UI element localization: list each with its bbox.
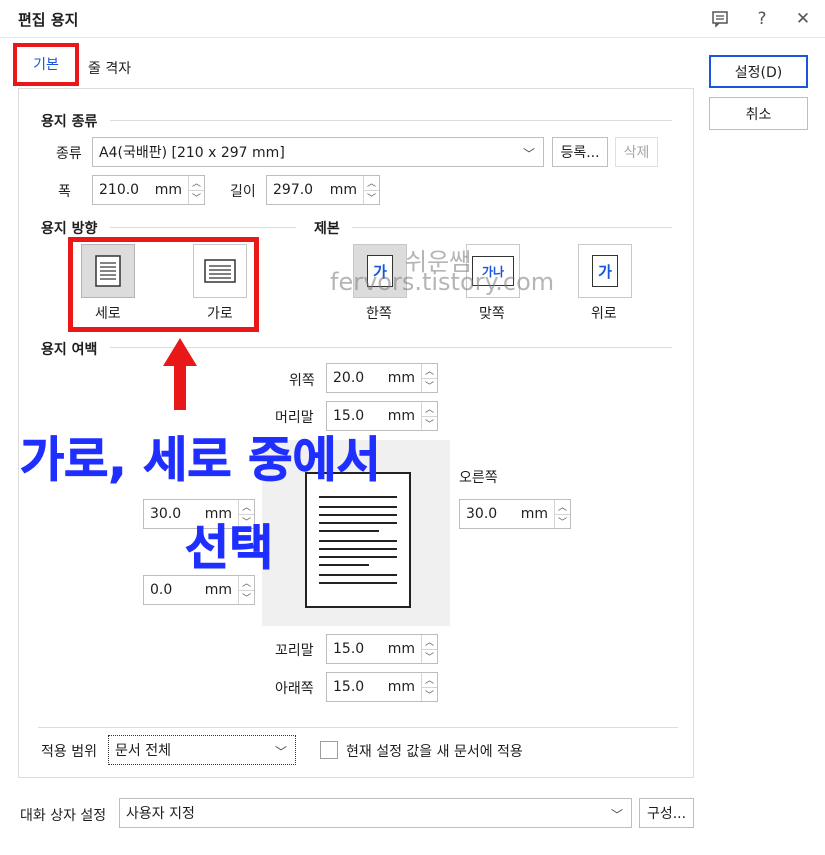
footer-margin-unit: mm: [387, 641, 415, 657]
cancel-button[interactable]: 취소: [709, 97, 808, 130]
delete-button[interactable]: 삭제: [615, 137, 658, 167]
bottom-margin-value: 15.0: [333, 679, 365, 695]
chevron-down-icon: ﹀: [522, 147, 535, 161]
config-button[interactable]: 구성...: [639, 798, 694, 828]
register-button[interactable]: 등록...: [552, 137, 608, 167]
tab-line-grid[interactable]: 줄 격자: [88, 58, 131, 78]
height-stepper[interactable]: 297.0 mm ︿ ﹀: [266, 175, 380, 205]
binding-top-label: 위로: [591, 306, 617, 322]
width-value: 210.0: [99, 182, 140, 198]
dialog-settings-label: 대화 상자 설정: [20, 808, 107, 824]
chevron-down-icon[interactable]: ﹀: [422, 417, 437, 431]
width-stepper[interactable]: 210.0 mm ︿ ﹀: [92, 175, 205, 205]
binding-one-side-label: 한쪽: [366, 306, 392, 322]
chevron-down-icon[interactable]: ﹀: [555, 515, 570, 529]
height-label: 길이: [230, 184, 256, 200]
margins-section-title: 용지 여백: [41, 342, 98, 358]
footer-margin-value: 15.0: [333, 641, 365, 657]
comment-icon[interactable]: [709, 8, 731, 30]
right-margin-label: 오른쪽: [459, 470, 498, 486]
height-unit: mm: [329, 182, 357, 198]
top-margin-unit: mm: [387, 370, 415, 386]
chevron-up-icon[interactable]: ︿: [422, 673, 437, 688]
paper-kind-select[interactable]: A4(국배판) [210 x 297 mm] ﹀: [92, 137, 544, 167]
right-margin-value: 30.0: [466, 506, 498, 522]
watermark-url: fervors.tistory.com: [330, 268, 555, 296]
chevron-up-icon[interactable]: ︿: [422, 364, 437, 379]
new-doc-checkbox-label: 현재 설정 값을 새 문서에 적용: [346, 744, 523, 760]
height-value: 297.0: [273, 182, 314, 198]
new-doc-checkbox[interactable]: [320, 741, 338, 759]
section-divider: [110, 120, 672, 121]
footer-margin-label: 꼬리말: [275, 643, 314, 659]
section-divider: [352, 227, 672, 228]
annotation-line2: 선택: [184, 520, 274, 577]
binding-top-option[interactable]: 가: [578, 244, 632, 298]
chevron-down-icon[interactable]: ﹀: [239, 591, 254, 605]
binding-facing-label: 맞쪽: [479, 306, 505, 322]
paper-type-section-title: 용지 종류: [41, 114, 98, 130]
apply-range-select[interactable]: 문서 전체 ﹀: [108, 735, 296, 765]
section-divider: [38, 727, 678, 728]
preview-page-icon: [305, 472, 411, 608]
paper-kind-value: A4(국배판) [210 x 297 mm]: [99, 145, 285, 161]
dialog-settings-select[interactable]: 사용자 지정 ﹀: [119, 798, 632, 828]
orientation-highlight-frame: [68, 237, 259, 332]
bottom-margin-label: 아래쪽: [275, 681, 314, 697]
dialog-settings-value: 사용자 지정: [126, 806, 195, 822]
footer-margin-stepper[interactable]: 15.0 mm ︿ ﹀: [326, 634, 438, 664]
paper-kind-label: 종류: [56, 146, 82, 162]
tab-highlight-frame: [13, 43, 79, 86]
chevron-up-icon[interactable]: ︿: [364, 176, 379, 191]
chevron-up-icon[interactable]: ︿: [239, 576, 254, 591]
binding-section-title: 제본: [314, 221, 340, 237]
ok-button[interactable]: 설정(D): [709, 55, 808, 88]
orientation-section-title: 용지 방향: [41, 221, 98, 237]
apply-range-value: 문서 전체: [115, 743, 171, 759]
annotation-arrow-icon: [159, 336, 201, 416]
window-title: 편집 용지: [18, 11, 79, 29]
chevron-up-icon[interactable]: ︿: [422, 402, 437, 417]
binding-top-glyph: 가: [598, 262, 612, 281]
chevron-down-icon[interactable]: ﹀: [422, 688, 437, 702]
chevron-down-icon[interactable]: ﹀: [189, 191, 204, 205]
bottom-margin-stepper[interactable]: 15.0 mm ︿ ﹀: [326, 672, 438, 702]
chevron-down-icon: ﹀: [610, 808, 623, 822]
chevron-up-icon[interactable]: ︿: [189, 176, 204, 191]
top-margin-stepper[interactable]: 20.0 mm ︿ ﹀: [326, 363, 438, 393]
chevron-down-icon[interactable]: ﹀: [364, 191, 379, 205]
gutter-margin-stepper[interactable]: 0.0 mm ︿ ﹀: [143, 575, 255, 605]
chevron-down-icon[interactable]: ﹀: [422, 650, 437, 664]
title-bar: [0, 0, 825, 38]
width-unit: mm: [154, 182, 182, 198]
annotation-line1: 가로, 세로 중에서: [20, 432, 382, 489]
chevron-up-icon[interactable]: ︿: [422, 635, 437, 650]
help-icon[interactable]: ?: [751, 8, 773, 30]
header-margin-unit: mm: [387, 408, 415, 424]
top-margin-value: 20.0: [333, 370, 365, 386]
chevron-up-icon[interactable]: ︿: [555, 500, 570, 515]
apply-range-label: 적용 범위: [41, 744, 97, 760]
gutter-margin-value: 0.0: [150, 582, 173, 598]
right-margin-unit: mm: [520, 506, 548, 522]
chevron-down-icon: ﹀: [274, 745, 287, 759]
top-margin-label: 위쪽: [289, 373, 315, 389]
gutter-margin-unit: mm: [204, 582, 232, 598]
width-label: 폭: [58, 184, 71, 200]
section-divider: [110, 227, 296, 228]
bottom-margin-unit: mm: [387, 679, 415, 695]
chevron-down-icon[interactable]: ﹀: [422, 379, 437, 393]
right-margin-stepper[interactable]: 30.0 mm ︿ ﹀: [459, 499, 571, 529]
close-icon[interactable]: ✕: [792, 8, 814, 30]
